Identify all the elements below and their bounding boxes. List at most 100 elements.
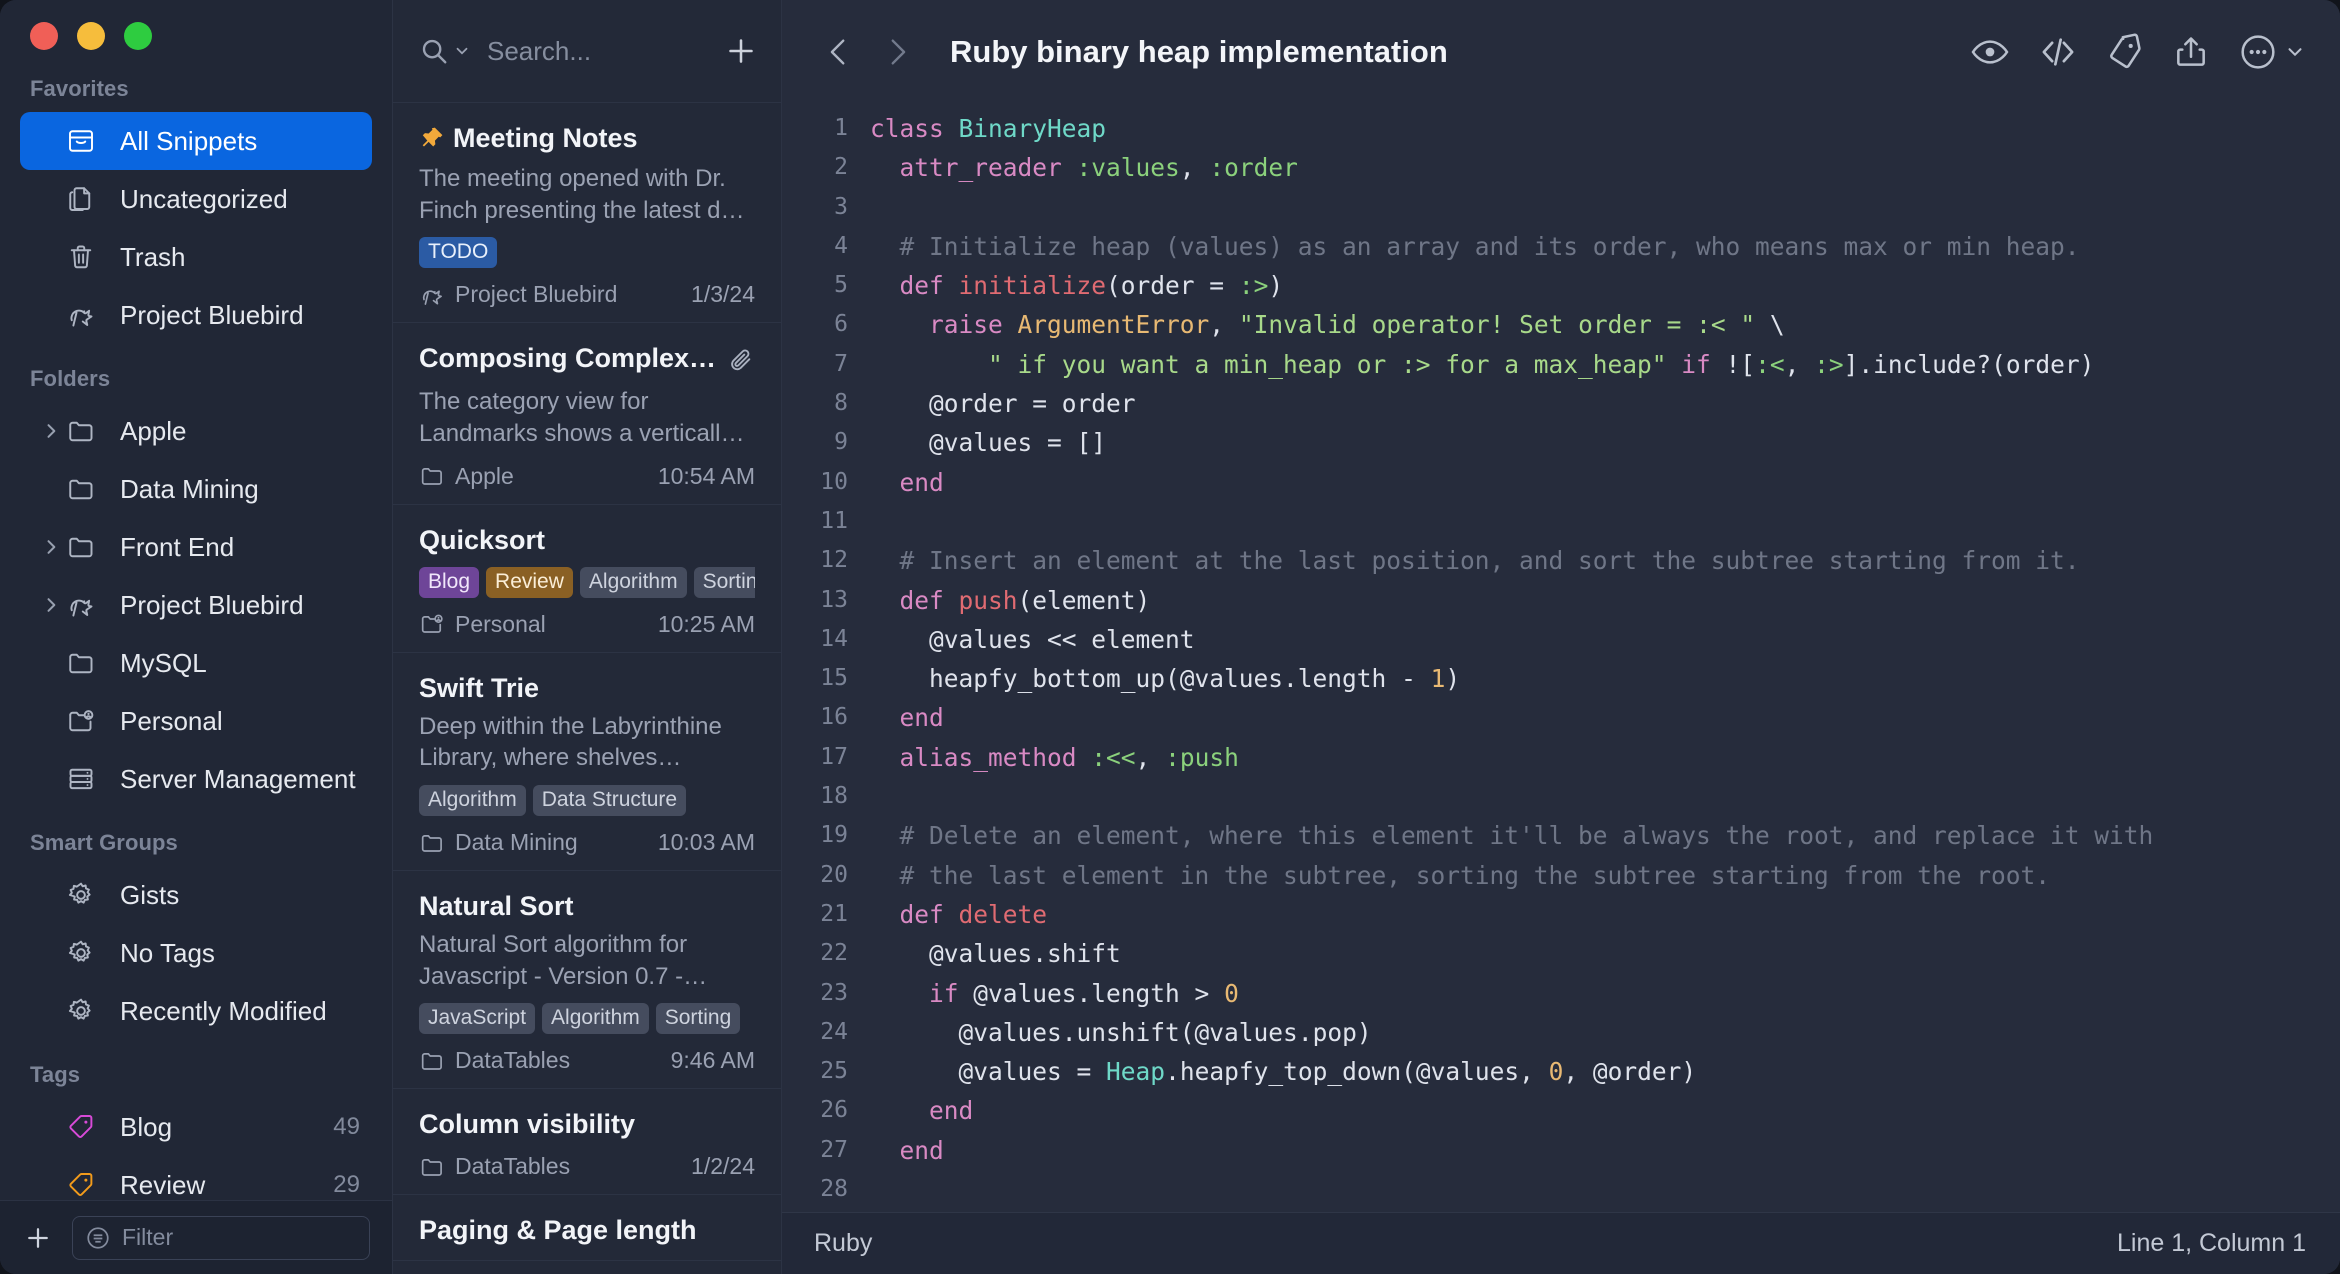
tag-chip[interactable]: Algorithm — [579, 566, 687, 598]
code-line-text[interactable]: @values << element — [870, 620, 2340, 659]
sidebar-item-all-snippets[interactable]: All Snippets — [20, 112, 372, 170]
add-folder-button[interactable] — [18, 1218, 58, 1258]
code-token: end — [899, 467, 944, 497]
snippet-list[interactable]: Meeting Notes The meeting opened with Dr.… — [393, 103, 781, 1274]
sidebar-scroll-area[interactable]: Favorites All Snippets Uncategorized Trash P… — [0, 62, 392, 1274]
code-line-text[interactable]: @values = Heap.heapfy_top_down(@values, … — [870, 1052, 2340, 1091]
tag-chip[interactable]: TODO — [419, 237, 498, 269]
tag-chip[interactable]: Data Structure — [532, 785, 687, 817]
more-icon[interactable] — [2238, 32, 2306, 72]
line-number: 7 — [834, 350, 848, 377]
sidebar-item-front-end[interactable]: Front End — [20, 518, 372, 576]
list-item[interactable]: Swift Trie Deep within the Labyrinthine L… — [393, 653, 781, 872]
code-line-text[interactable] — [870, 188, 2340, 227]
code-line: 24 @values.unshift(@values.pop) — [782, 1013, 2340, 1052]
tag-chip[interactable]: Blog — [419, 566, 480, 598]
code-line-text[interactable]: @values.unshift(@values.pop) — [870, 1013, 2340, 1052]
code-line-text[interactable]: def initialize(order = :>) — [870, 266, 2340, 305]
snippet-timestamp: 1/2/24 — [691, 1153, 755, 1180]
code-line: 14 @values << element — [782, 620, 2340, 659]
code-line-text[interactable]: @values.shift — [870, 934, 2340, 973]
tag-icon[interactable] — [2106, 33, 2144, 71]
code-line-text[interactable]: # the last element in the subtree, sorti… — [870, 856, 2340, 895]
sidebar-item-project-bluebird[interactable]: Project Bluebird — [20, 576, 372, 634]
back-icon[interactable] — [810, 23, 868, 81]
code-token: , — [1563, 1057, 1593, 1087]
sidebar-item-blog[interactable]: Blog 49 — [20, 1098, 372, 1156]
code-line-text[interactable]: raise ArgumentError, "Invalid operator! … — [870, 305, 2340, 344]
code-token: ) — [1445, 664, 1461, 694]
folder-icon — [419, 1154, 445, 1180]
share-icon[interactable] — [2172, 33, 2210, 71]
sidebar-item-apple[interactable]: Apple — [20, 402, 372, 460]
list-item[interactable]: Quicksort BlogReviewAlgorithmSorting+2 Per… — [393, 505, 781, 653]
preview-eye-icon[interactable] — [1970, 32, 2010, 72]
code-line-text[interactable] — [870, 1170, 2340, 1209]
sidebar-item-uncategorized[interactable]: Uncategorized — [20, 170, 372, 228]
list-item[interactable]: Meeting Notes The meeting opened with Dr.… — [393, 103, 781, 324]
code-line-text[interactable]: # Initialize heap (values) as an array a… — [870, 227, 2340, 266]
search-icon[interactable] — [419, 36, 471, 66]
tag-chip[interactable]: Algorithm — [419, 785, 526, 817]
list-header: Search... — [393, 0, 781, 103]
sidebar-item-gists[interactable]: Gists — [20, 866, 372, 924]
sidebar-item-personal[interactable]: Personal — [20, 692, 372, 750]
sidebar-item-data-mining[interactable]: Data Mining — [20, 460, 372, 518]
tag-chip[interactable]: Sorting — [693, 566, 755, 598]
traffic-lights — [0, 0, 392, 62]
list-item[interactable]: Composing Complex Interfaces The category… — [393, 323, 781, 505]
sidebar-item-mysql[interactable]: MySQL — [20, 634, 372, 692]
code-token: def — [899, 899, 959, 929]
code-line-text[interactable]: end — [870, 463, 2340, 502]
code-line-text[interactable]: def push(element) — [870, 581, 2340, 620]
tag-chip[interactable]: Sorting — [655, 1003, 741, 1035]
code-line-text[interactable]: end — [870, 698, 2340, 737]
forward-icon[interactable] — [868, 23, 926, 81]
filter-input[interactable]: Filter — [72, 1215, 370, 1260]
sidebar-item-server-management[interactable]: Server Management — [20, 750, 372, 808]
line-number: 14 — [820, 625, 848, 652]
code-area[interactable]: 1 class BinaryHeap 2 attr_reader :values, … — [782, 103, 2340, 1212]
code-line-text[interactable]: @values = [] — [870, 423, 2340, 462]
code-line-text[interactable]: attr_reader :values, :order — [870, 148, 2340, 187]
tag-chip[interactable]: Review — [486, 566, 573, 598]
code-line-text[interactable]: " if you want a min_heap or :> for a max… — [870, 345, 2340, 384]
code-line-text[interactable]: class BinaryHeap — [870, 109, 2340, 148]
maximize-window-button[interactable] — [124, 22, 152, 50]
sidebar-item-recently-modified[interactable]: Recently Modified — [20, 982, 372, 1040]
code-line-text[interactable]: # Insert an element at the last position… — [870, 541, 2340, 580]
snippet-list-panel: Search... Meeting Notes The meeting opene… — [392, 0, 782, 1274]
new-snippet-button[interactable] — [723, 33, 759, 69]
close-window-button[interactable] — [30, 22, 58, 50]
list-item[interactable]: Paging & Page length — [393, 1195, 781, 1262]
code-line-text[interactable]: alias_method :<<, :push — [870, 738, 2340, 777]
tag-chip[interactable]: JavaScript — [419, 1003, 536, 1035]
code-line-text[interactable]: end — [870, 1091, 2340, 1130]
code-token: (element) — [1017, 585, 1151, 615]
snippet-timestamp: 1/3/24 — [691, 281, 755, 308]
sidebar-item-project-bluebird[interactable]: Project Bluebird — [20, 286, 372, 344]
sidebar-section-header: Folders — [30, 366, 111, 391]
code-line-text[interactable]: end — [870, 1131, 2340, 1170]
list-item[interactable]: Column visibility DataTables 1/2/24 — [393, 1089, 781, 1196]
chevron-right-icon[interactable] — [38, 595, 64, 615]
chevron-right-icon[interactable] — [38, 421, 64, 441]
sidebar-item-no-tags[interactable]: No Tags — [20, 924, 372, 982]
list-item[interactable]: Natural Sort Natural Sort algorithm for J… — [393, 871, 781, 1090]
minimize-window-button[interactable] — [77, 22, 105, 50]
search-input[interactable]: Search... — [477, 36, 717, 67]
code-icon[interactable] — [2038, 32, 2078, 72]
chevron-right-icon[interactable] — [38, 537, 64, 557]
code-token: ) — [1681, 1057, 1697, 1087]
code-token: @values — [1415, 1057, 1520, 1087]
code-line-text[interactable] — [870, 777, 2340, 816]
tag-chip[interactable]: Algorithm — [542, 1003, 649, 1035]
code-line-text[interactable]: @order = order — [870, 384, 2340, 423]
code-line-text[interactable]: # Delete an element, where this element … — [870, 816, 2340, 855]
code-line-text[interactable]: def delete — [870, 895, 2340, 934]
sidebar-item-trash[interactable]: Trash — [20, 228, 372, 286]
code-line-text[interactable] — [870, 502, 2340, 541]
code-line-text[interactable]: heapfy_bottom_up(@values.length - 1) — [870, 659, 2340, 698]
code-line-text[interactable]: if @values.length > 0 — [870, 974, 2340, 1013]
line-number: 24 — [820, 1018, 848, 1045]
